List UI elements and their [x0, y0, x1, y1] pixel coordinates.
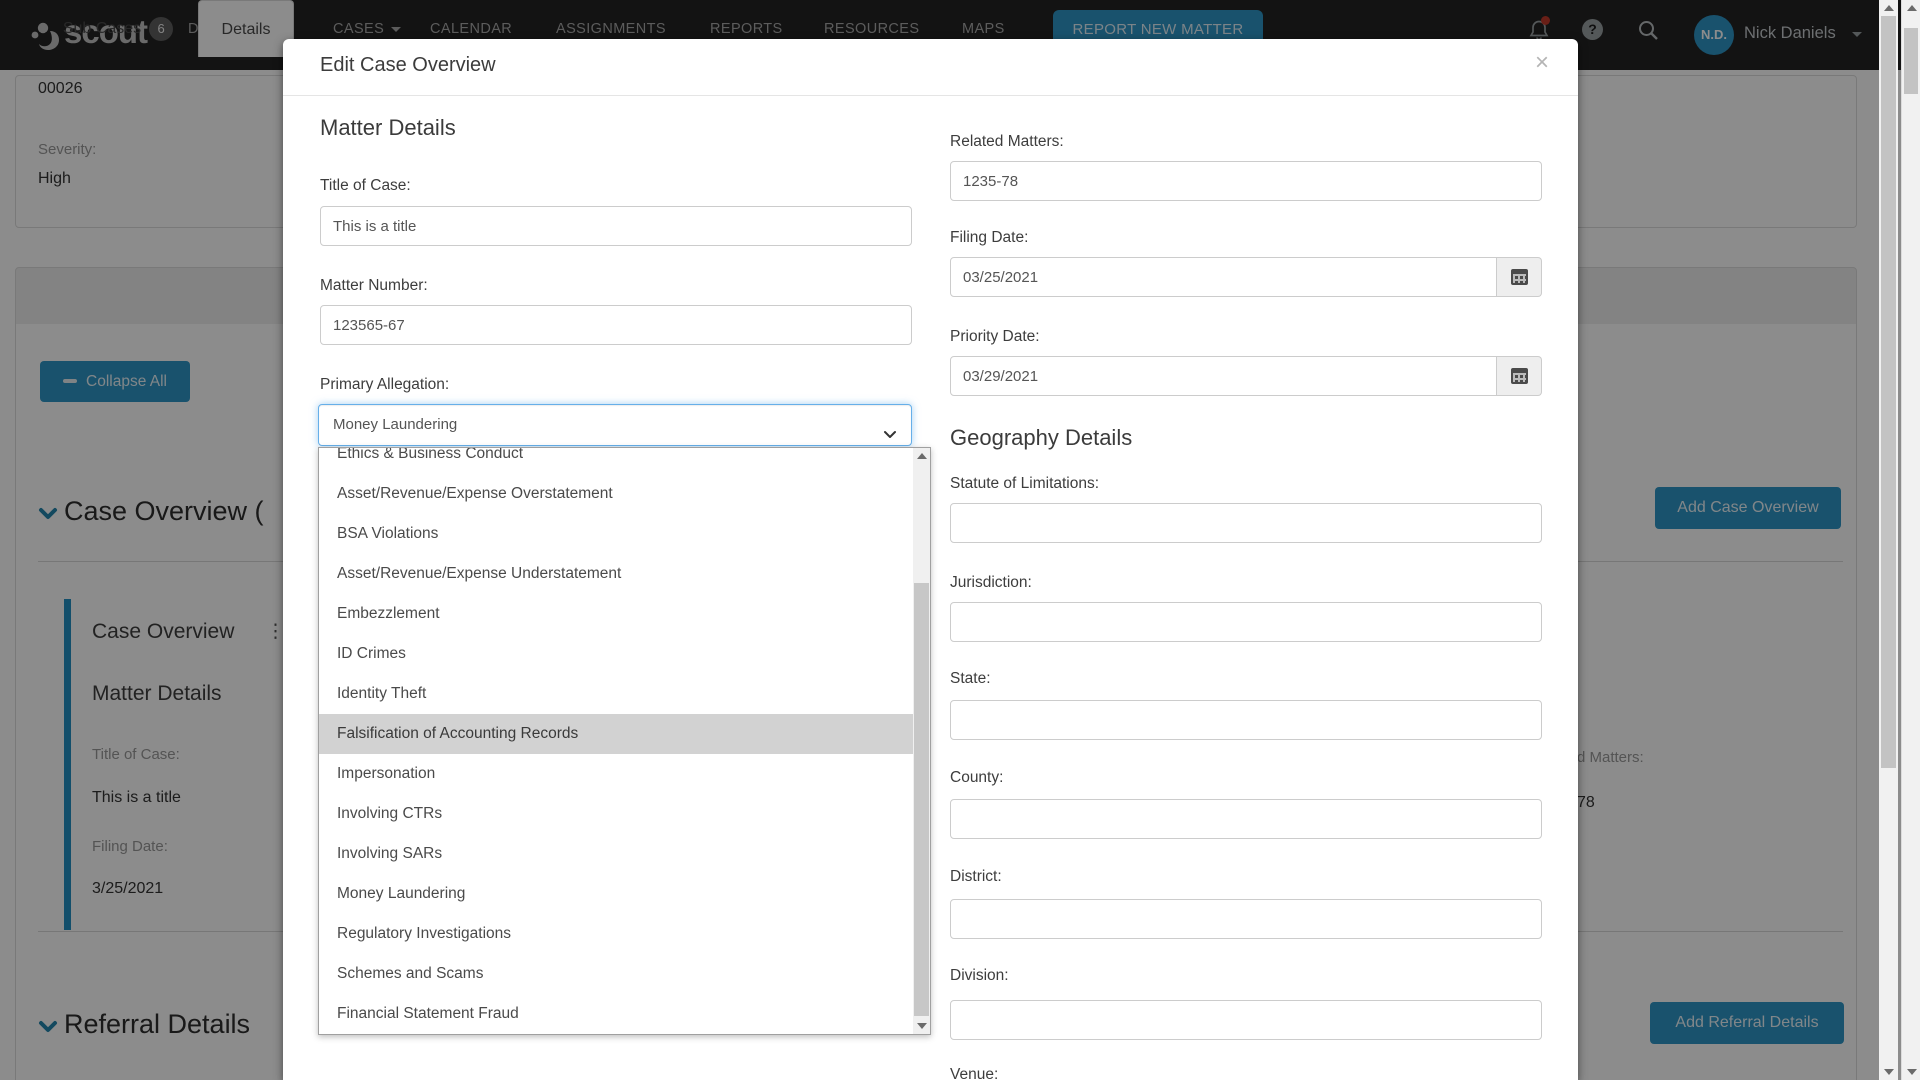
dropdown-option[interactable]: Embezzlement: [319, 594, 913, 634]
matter-number-input[interactable]: [320, 305, 912, 345]
primary-allegation-value: Money Laundering: [333, 416, 457, 433]
priority-date-input[interactable]: [950, 356, 1497, 396]
primary-allegation-label: Primary Allegation:: [320, 376, 449, 394]
browser-scrollbar[interactable]: [1901, 0, 1920, 1080]
dropdown-scrollbar-thumb[interactable]: [914, 583, 929, 1016]
state-input[interactable]: [950, 700, 1542, 740]
calendar-glyph: [1511, 269, 1528, 285]
related-matters-input[interactable]: [950, 161, 1542, 201]
dropdown-option[interactable]: Schemes and Scams: [319, 954, 913, 994]
scroll-down-icon[interactable]: [1907, 1069, 1917, 1075]
dropdown-option[interactable]: BSA Violations: [319, 514, 913, 554]
primary-allegation-dropdown: Ethics & Business Conduct Asset/Revenue/…: [318, 447, 931, 1035]
district-label: District:: [950, 868, 1002, 886]
filing-date-input[interactable]: [950, 257, 1497, 297]
modal-scrollbar-thumb[interactable]: [1881, 16, 1896, 768]
jurisdiction-label: Jurisdiction:: [950, 574, 1032, 592]
statute-of-limitations-label: Statute of Limitations:: [950, 475, 1099, 493]
calendar-glyph: [1511, 368, 1528, 384]
modal-header: Edit Case Overview ×: [283, 39, 1578, 96]
browser-scrollbar-thumb[interactable]: [1904, 28, 1918, 94]
scroll-down-icon[interactable]: [917, 1023, 927, 1029]
geography-details-heading: Geography Details: [950, 425, 1132, 451]
venue-label: Venue:: [950, 1066, 998, 1080]
dropdown-option[interactable]: Asset/Revenue/Expense Understatement: [319, 554, 913, 594]
dropdown-option[interactable]: ID Crimes: [319, 634, 913, 674]
close-icon[interactable]: ×: [1535, 49, 1549, 77]
matter-number-label: Matter Number:: [320, 277, 428, 295]
modal-title: Edit Case Overview: [320, 54, 496, 77]
dropdown-option[interactable]: Money Laundering: [319, 874, 913, 914]
modal-scrollbar[interactable]: [1879, 0, 1898, 1080]
scroll-up-icon[interactable]: [917, 453, 927, 459]
county-input[interactable]: [950, 799, 1542, 839]
priority-date-label: Priority Date:: [950, 328, 1040, 346]
primary-allegation-select[interactable]: Money Laundering: [318, 404, 912, 446]
district-input[interactable]: [950, 899, 1542, 939]
related-matters-label: Related Matters:: [950, 133, 1064, 151]
dropdown-option[interactable]: Impersonation: [319, 754, 913, 794]
dropdown-scrollbar[interactable]: [913, 448, 930, 1034]
county-label: County:: [950, 769, 1003, 787]
dropdown-option[interactable]: Involving SARs: [319, 834, 913, 874]
title-of-case-input[interactable]: [320, 206, 912, 246]
division-label: Division:: [950, 967, 1009, 985]
scroll-up-icon[interactable]: [1907, 5, 1917, 11]
state-label: State:: [950, 670, 991, 688]
matter-details-heading: Matter Details: [320, 115, 456, 141]
screen: scout DASHBOARD CASES CALENDAR ASSIGNMEN…: [0, 0, 1920, 1080]
jurisdiction-input[interactable]: [950, 602, 1542, 642]
calendar-icon[interactable]: [1497, 356, 1542, 396]
dropdown-option[interactable]: Identity Theft: [319, 674, 913, 714]
dropdown-option[interactable]: Asset/Revenue/Expense Overstatement: [319, 474, 913, 514]
scroll-down-icon[interactable]: [1884, 1069, 1894, 1075]
dropdown-option[interactable]: Involving CTRs: [319, 794, 913, 834]
dropdown-option[interactable]: Financial Statement Fraud: [319, 994, 913, 1034]
dropdown-option[interactable]: Ethics & Business Conduct: [319, 448, 913, 474]
title-of-case-label: Title of Case:: [320, 177, 411, 195]
scroll-up-icon[interactable]: [1884, 5, 1894, 11]
dropdown-option-highlighted[interactable]: Falsification of Accounting Records: [319, 714, 913, 754]
dropdown-option[interactable]: Regulatory Investigations: [319, 914, 913, 954]
calendar-icon[interactable]: [1497, 257, 1542, 297]
filing-date-label: Filing Date:: [950, 229, 1028, 247]
division-input[interactable]: [950, 1000, 1542, 1040]
statute-of-limitations-input[interactable]: [950, 503, 1542, 543]
dropdown-options: Ethics & Business Conduct Asset/Revenue/…: [319, 448, 913, 1034]
